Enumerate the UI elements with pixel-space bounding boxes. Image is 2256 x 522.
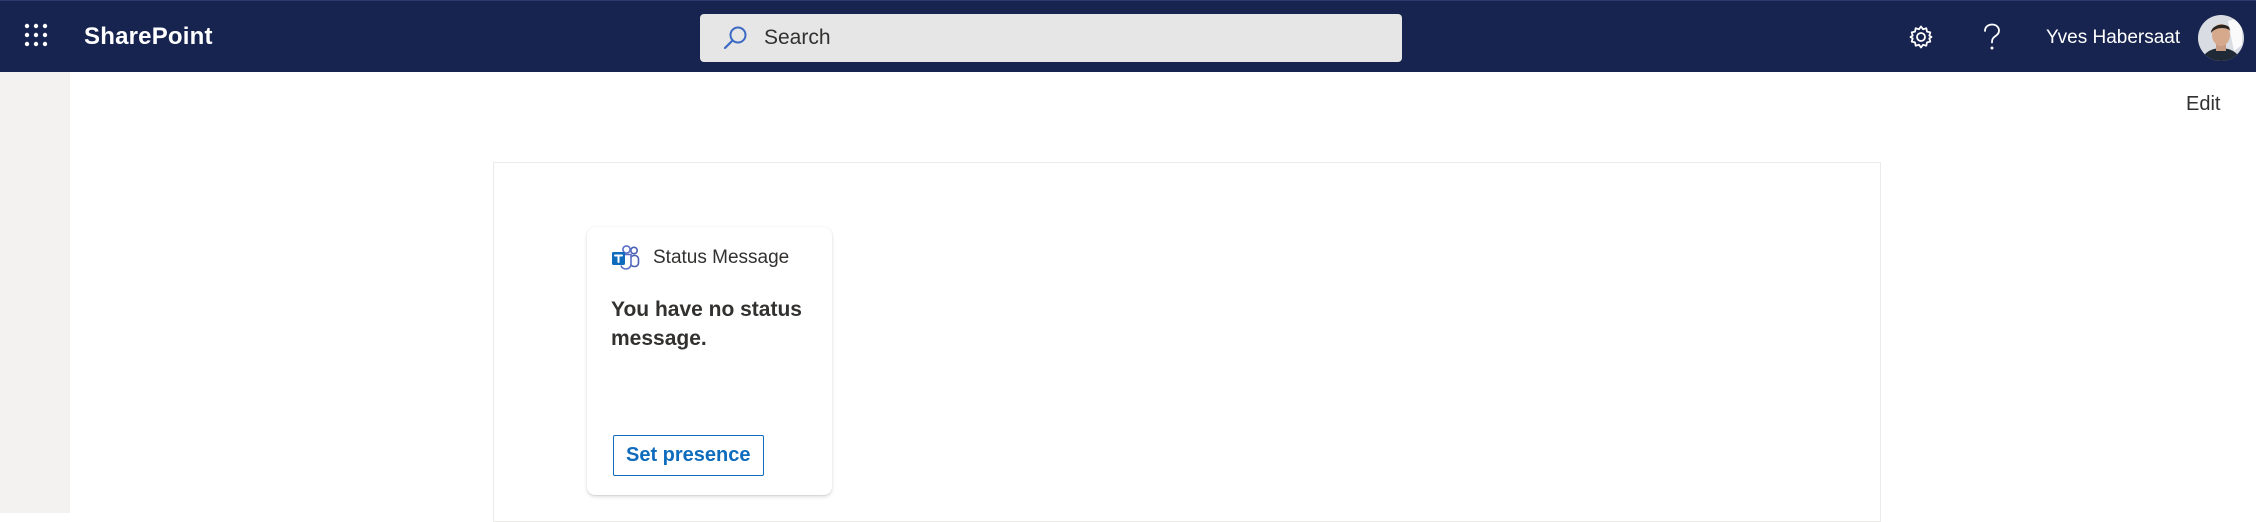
suite-header: SharePoint Yves Habersaat (0, 0, 2256, 72)
card-header: Status Message (611, 245, 789, 271)
app-name[interactable]: SharePoint (84, 1, 213, 73)
user-photo (2198, 15, 2244, 61)
card-title: Status Message (653, 247, 790, 268)
gear-icon (1909, 25, 1933, 49)
status-message-text: You have no status message. (611, 298, 802, 350)
status-message-card: Status Message You have no status messag… (587, 227, 832, 495)
help-icon (1984, 23, 2000, 50)
left-rail (0, 72, 70, 513)
teams-icon (612, 245, 640, 270)
avatar[interactable] (2198, 15, 2244, 61)
user-name[interactable]: Yves Habersaat (2046, 1, 2180, 73)
edit-button[interactable]: Edit (2186, 93, 2220, 116)
settings-button[interactable] (1893, 9, 1949, 65)
help-button[interactable] (1964, 9, 2020, 65)
search-input[interactable] (764, 14, 1364, 62)
app-launcher-icon (24, 23, 48, 47)
app-launcher-button[interactable] (10, 9, 62, 61)
search-box[interactable] (700, 14, 1402, 62)
search-icon (723, 26, 747, 50)
set-presence-button[interactable]: Set presence (613, 435, 764, 476)
